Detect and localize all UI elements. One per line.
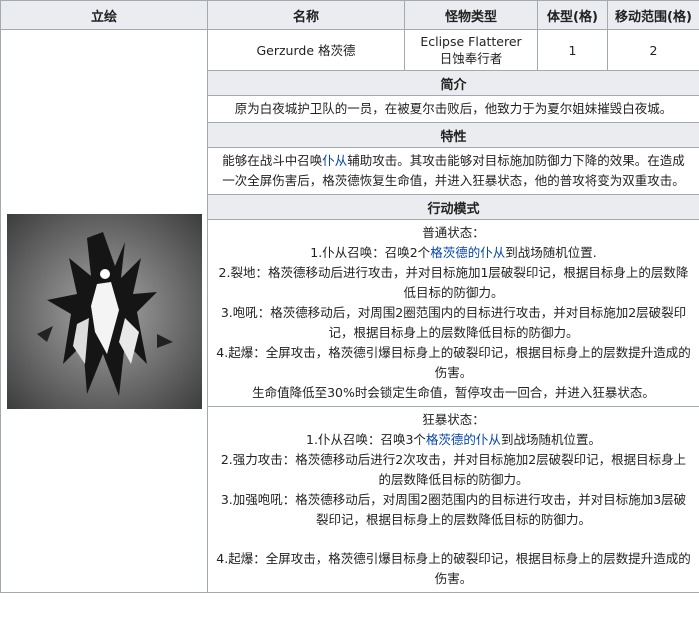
rage-skill-3: 3.加强咆吼：格茨德移动后，对周围2圈范围内的目标进行攻击，并对目标施加3层破裂…: [220, 492, 687, 527]
normal-mode-block: 普通状态： 1.仆从召唤：召唤2个格茨德的仆从到战场随机位置. 2.裂地：格茨德…: [207, 219, 699, 407]
monster-move-range: 2: [607, 29, 699, 71]
col-header-size: 体型(格): [537, 0, 608, 30]
rage-mode-block: 狂暴状态： 1.仆从召唤：召唤3个格茨德的仆从到战场随机位置。 2.强力攻击：格…: [207, 406, 699, 593]
trait-text: 能够在战斗中召唤仆从辅助攻击。其攻击能够对目标施加防御力下降的效果。在造成一次全…: [207, 147, 699, 195]
normal-skill-3: 3.咆吼：格茨德移动后，对周围2圈范围内的目标进行攻击，并对目标施加2层破裂印记…: [220, 305, 687, 340]
trait-text-pre: 能够在战斗中召唤: [222, 153, 323, 168]
monster-name: Gerzurde 格茨德: [207, 29, 405, 71]
normal-skill-2: 2.裂地：格茨德移动后进行攻击，并对目标施加1层破裂印记，根据目标身上的层数降低…: [218, 265, 689, 300]
info-row: Gerzurde 格茨德 Eclipse Flatterer 日蚀奉行者 1 2: [0, 29, 699, 593]
intro-text: 原为白夜城护卫队的一员，在被夏尔击败后，他致力于为夏尔姐妹摧毁白夜城。: [207, 95, 699, 123]
rage-skill-4: 4.起爆：全屏攻击，格茨德引爆目标身上的破裂印记，根据目标身上的层数提升造成的伤…: [216, 551, 691, 586]
rage-spacer: [216, 530, 691, 549]
monster-size: 1: [537, 29, 608, 71]
col-header-type: 怪物类型: [404, 0, 538, 30]
rage-skill-1: 1.仆从召唤：召唤3个格茨德的仆从到战场随机位置。: [216, 430, 691, 450]
rage-skill-2: 2.强力攻击：格茨德移动后进行2次攻击，并对目标施加2层破裂印记，根据目标身上的…: [220, 452, 687, 487]
col-header-name: 名称: [207, 0, 405, 30]
behavior-title: 行动模式: [207, 194, 699, 220]
monster-type-cn: 日蚀奉行者: [439, 51, 503, 66]
minion-link[interactable]: 仆从: [322, 153, 347, 168]
rage-skill-1-pre: 1.仆从召唤：召唤3个: [306, 432, 426, 447]
intro-title: 简介: [207, 70, 699, 96]
col-header-move: 移动范围(格): [607, 0, 699, 30]
normal-mode-heading: 普通状态：: [422, 225, 485, 240]
rage-skill-1-post: 到战场随机位置。: [500, 432, 601, 447]
rage-minion-link[interactable]: 格茨德的仆从: [426, 432, 501, 447]
monster-type-en: Eclipse Flatterer: [420, 34, 522, 49]
normal-skill-4: 4.起爆：全屏攻击，格茨德引爆目标身上的破裂印记，根据目标身上的层数提升造成的伤…: [216, 345, 691, 380]
rage-mode-heading: 狂暴状态：: [422, 412, 485, 427]
normal-skill-1-post: 到战场随机位置.: [505, 245, 597, 260]
trait-title: 特性: [207, 122, 699, 148]
col-header-image: 立绘: [0, 0, 208, 30]
monster-portrait[interactable]: [6, 213, 202, 409]
normal-hp-lock-note: 生命值降低至30%时会锁定生命值，暂停攻击一回合，并进入狂暴状态。: [252, 385, 655, 400]
normal-minion-link[interactable]: 格茨德的仆从: [430, 245, 505, 260]
portrait-cell: [0, 29, 208, 593]
monster-type: Eclipse Flatterer 日蚀奉行者: [404, 29, 538, 71]
normal-skill-1-pre: 1.仆从召唤：召唤2个: [310, 245, 431, 260]
normal-skill-1: 1.仆从召唤：召唤2个格茨德的仆从到战场随机位置.: [216, 243, 691, 263]
header-row: 立绘 名称 怪物类型 体型(格) 移动范围(格): [0, 0, 699, 30]
monster-info-table: 立绘 名称 怪物类型 体型(格) 移动范围(格) Gerzurde 格茨德 Ec…: [0, 0, 699, 593]
